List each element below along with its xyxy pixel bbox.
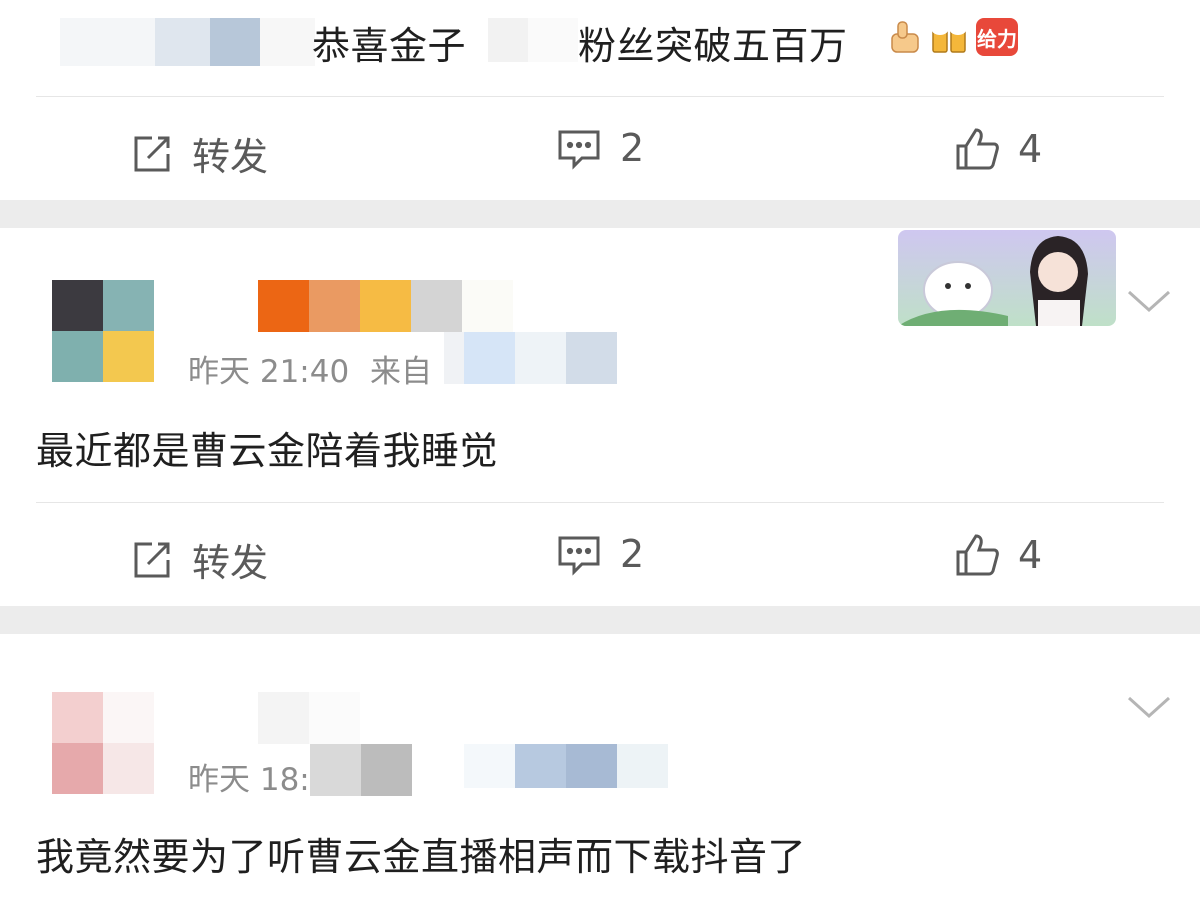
repost-label: 转发 [192,541,269,585]
cheers-icon [930,18,970,58]
post-text-end: 粉丝突破五百万 [578,24,848,68]
card-divider [36,502,1164,503]
blurred-source-2 [464,744,668,788]
blurred-source [310,744,412,796]
like-button[interactable]: 4 [954,532,1042,578]
repost-button[interactable]: 转发 [130,532,268,587]
blurred-source [444,332,617,384]
post-text: 我竟然要为了听曹云金直播相声而下载抖音了 [36,835,807,879]
comment-count: 2 [620,126,645,170]
card-divider [36,96,1164,97]
repost-icon [134,542,170,577]
repost-label: 转发 [192,135,269,179]
post-card-2: 昨天 21:40 来自 最近都是曹云金陪着我睡觉 转发 2 4 [0,228,1200,606]
blurred-text [488,18,578,62]
comment-button[interactable]: 2 [556,532,644,576]
post-source: 来自 [370,354,432,390]
card-gap [0,606,1200,634]
thumbs-up-icon [888,18,926,58]
post-text: 最近都是曹云金陪着我睡觉 [36,429,499,473]
gift-badge-label: 给力 [977,26,1017,51]
avatar[interactable] [52,280,154,382]
fan-badge-image [898,230,1116,326]
blurred-username[interactable] [258,692,360,744]
like-icon [956,534,999,576]
repost-button[interactable]: 转发 [130,126,268,181]
post-time: 昨天 21:40 [188,354,350,390]
like-button[interactable]: 4 [954,126,1042,172]
blurred-username[interactable] [258,280,513,332]
card-gap [0,200,1200,228]
comment-icon [558,130,600,170]
comment-button[interactable]: 2 [556,126,644,170]
chevron-down-icon[interactable] [1126,286,1172,316]
repost-icon [134,136,170,171]
avatar[interactable] [52,692,154,794]
gift-badge-icon: 给力 [976,18,1018,56]
like-count: 4 [1018,127,1043,171]
blurred-username [60,18,315,66]
post-card-1: 恭喜金子 粉丝突破五百万 给力 转发 2 4 [0,0,1200,200]
comment-icon [558,536,600,576]
comment-count: 2 [620,532,645,576]
post-text-start: 恭喜金子 [312,24,467,68]
like-icon [956,128,999,170]
post-card-3: 昨天 18:38 我竟然要为了听曹云金直播相声而下载抖音了 [0,634,1200,898]
chevron-down-icon[interactable] [1126,692,1172,722]
like-count: 4 [1018,533,1043,577]
